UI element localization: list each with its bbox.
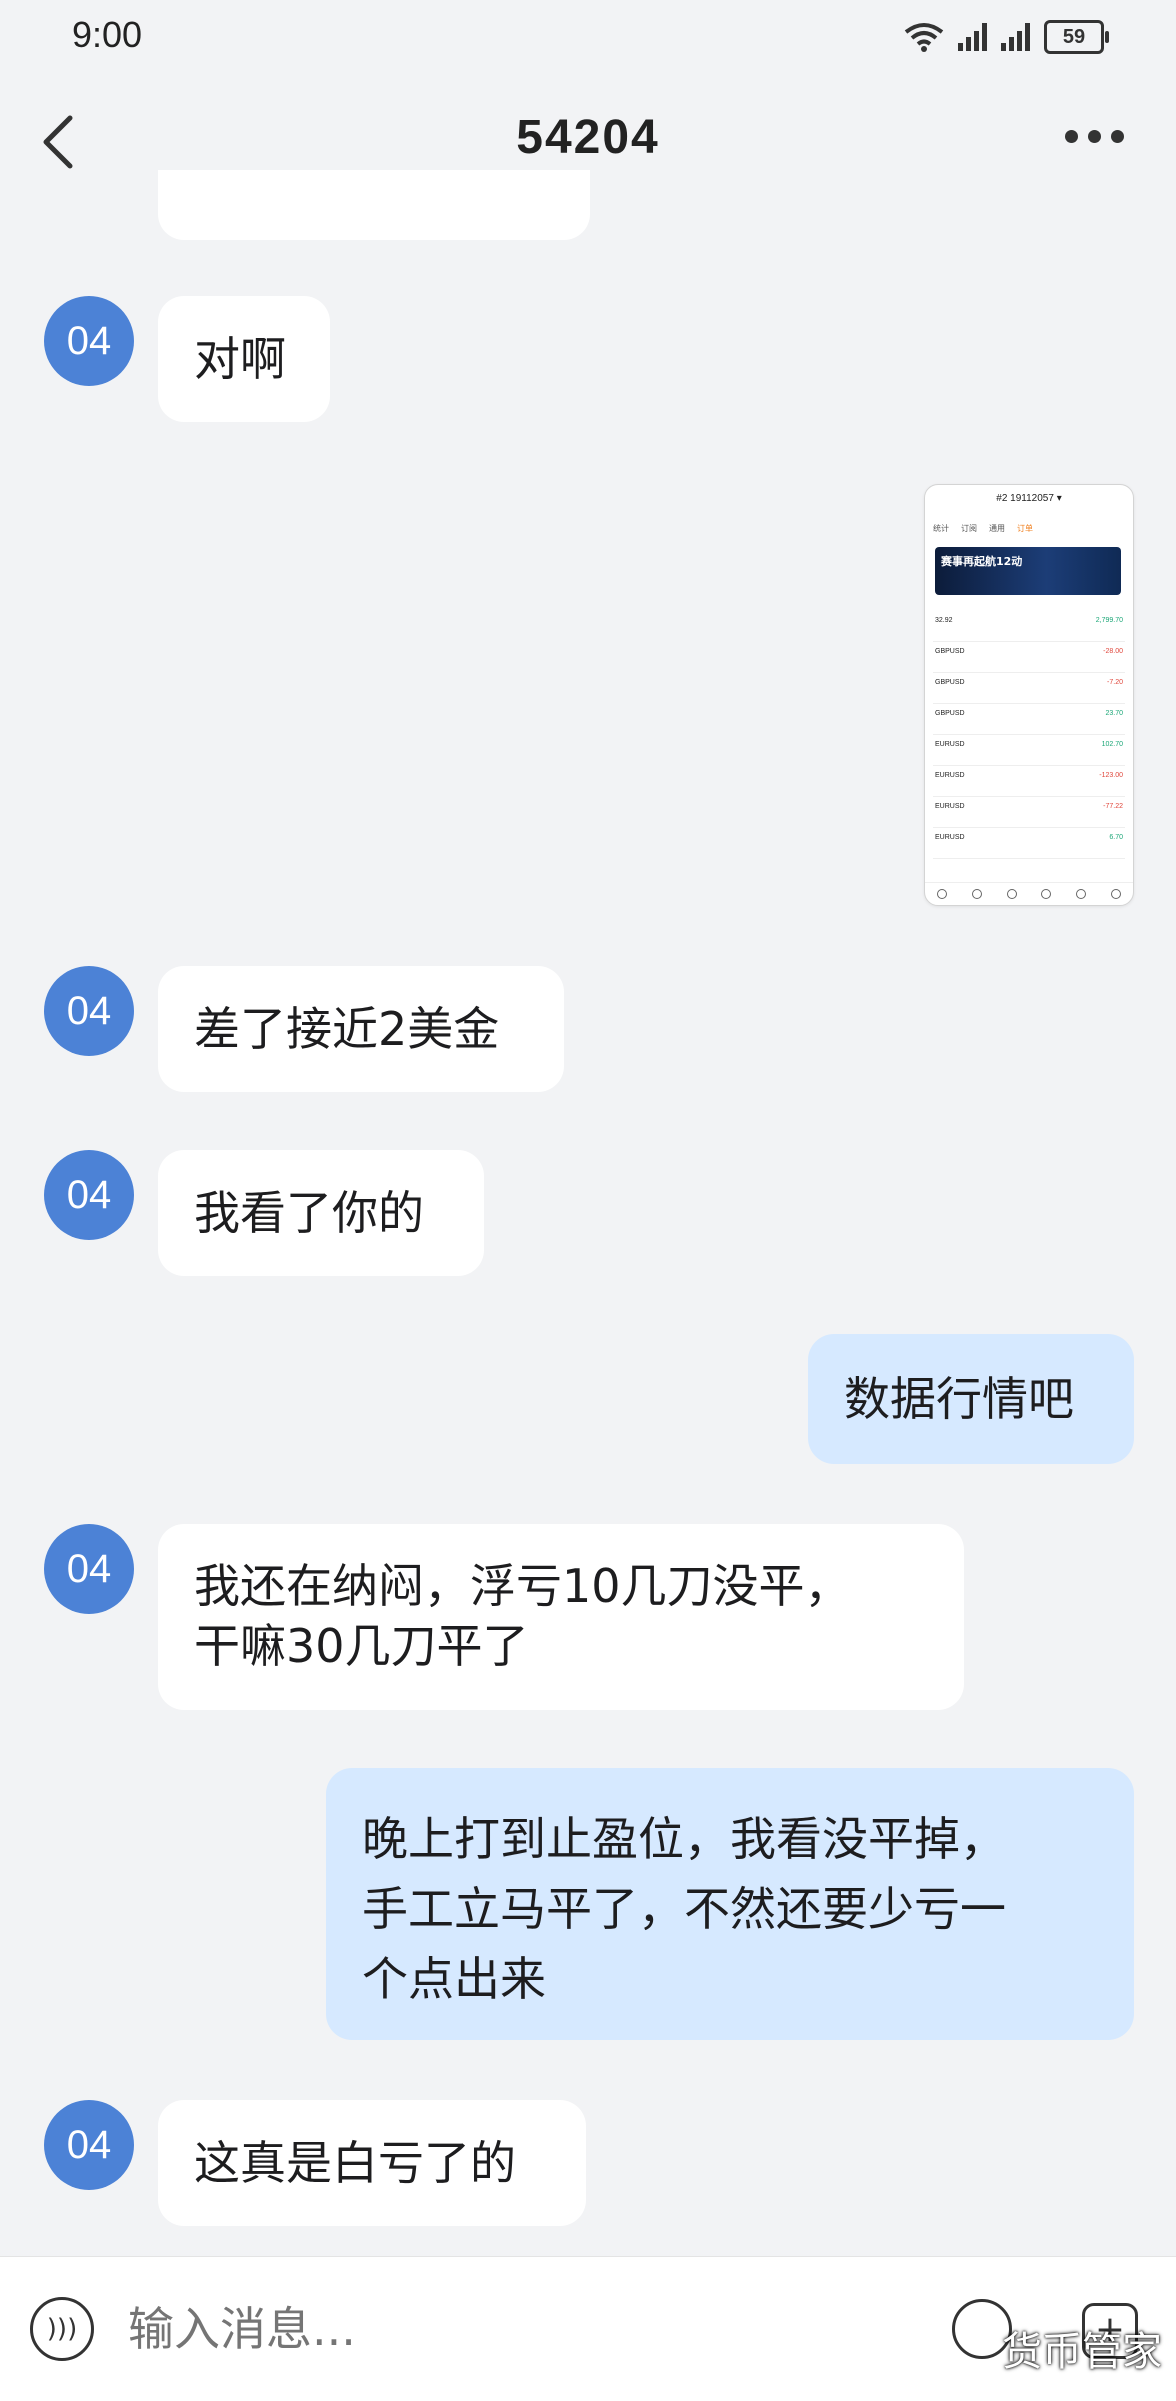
thumb-row: EURUSD 102.70: [933, 735, 1125, 766]
thumb-value: -77.22: [1103, 803, 1123, 810]
thumb-value: 102.70: [1101, 741, 1123, 748]
message-bubble: 差了接近2美金: [158, 966, 564, 1092]
more-options-icon[interactable]: [1065, 130, 1124, 143]
avatar[interactable]: 04: [44, 966, 134, 1056]
thumb-row: GBPUSD -7.20: [933, 673, 1125, 704]
thumb-value: -123.00: [1099, 772, 1123, 779]
thumb-symbol: EURUSD: [935, 772, 965, 779]
status-bar: 9:00 59: [0, 0, 1176, 72]
thumb-row: EURUSD -77.22: [933, 797, 1125, 828]
thumb-symbol: GBPUSD: [935, 648, 965, 655]
message-line: 个点出来: [362, 1952, 546, 2006]
thumb-tabs: 统计 订阅 通用 订单: [933, 523, 1033, 534]
thumb-value: -7.20: [1107, 679, 1123, 686]
message-bubble: 我看了你的: [158, 1150, 484, 1276]
thumb-symbol: EURUSD: [935, 741, 965, 748]
message-line: 晚上打到止盈位，我看没平掉，: [362, 1812, 1006, 1866]
watermark: 货币管家: [1002, 2329, 1162, 2375]
wifi-icon: [904, 23, 944, 52]
avatar[interactable]: 04: [44, 1150, 134, 1240]
message-line: 手工立马平了，不然还要少亏一: [362, 1882, 1006, 1936]
thumb-order-list: 32.92 2,799.70 GBPUSD -28.00 GBPUSD -7.20 G…: [933, 611, 1125, 859]
thumb-tab: 统计: [933, 524, 949, 533]
signal-icon: [958, 23, 987, 51]
signal-icon: [1001, 23, 1030, 51]
thumb-row: EURUSD 6.70: [933, 828, 1125, 859]
chat-title: 54204: [516, 111, 660, 164]
thumb-value: 2,799.70: [1095, 617, 1123, 624]
thumb-row: 32.92 2,799.70: [933, 611, 1125, 642]
avatar[interactable]: 04: [44, 296, 134, 386]
voice-input-icon[interactable]: ))): [30, 2297, 94, 2361]
avatar[interactable]: 04: [44, 1524, 134, 1614]
message-bubble: 我还在纳闷，浮亏10几刀没平， 干嘛30几刀平了: [158, 1524, 964, 1710]
thumb-symbol: GBPUSD: [935, 710, 965, 717]
thumb-symbol: 32.92: [935, 617, 953, 624]
battery-icon: 59: [1044, 20, 1109, 54]
thumb-tab: 通用: [989, 524, 1005, 533]
thumb-value: 6.70: [1109, 834, 1123, 841]
thumb-tab: 订单: [1017, 524, 1033, 533]
thumb-account: #2 19112057 ▾: [996, 493, 1062, 504]
thumb-symbol: GBPUSD: [935, 679, 965, 686]
message-line: 干嘛30几刀平了: [194, 1619, 529, 1673]
message-input-bar: ))) + 货币管家: [0, 2256, 1176, 2401]
thumb-row: EURUSD -123.00: [933, 766, 1125, 797]
message-line: 我还在纳闷，浮亏10几刀没平，: [194, 1559, 851, 1613]
shared-screenshot-image[interactable]: #2 19112057 ▾ 统计 订阅 通用 订单 赛事再起航12动 32.92…: [924, 484, 1134, 906]
thumb-banner-text: 赛事再起航12动: [941, 555, 1023, 568]
thumb-value: -28.00: [1103, 648, 1123, 655]
thumb-row: GBPUSD 23.70: [933, 704, 1125, 735]
message-input[interactable]: [128, 2293, 828, 2365]
thumb-value: 23.70: [1105, 710, 1123, 717]
message-bubble-partial: [158, 170, 590, 240]
thumb-symbol: EURUSD: [935, 834, 965, 841]
avatar[interactable]: 04: [44, 2100, 134, 2190]
my-message-bubble: 数据行情吧: [808, 1334, 1134, 1464]
thumb-nav: [925, 882, 1133, 905]
thumb-tab: 订阅: [961, 524, 977, 533]
message-bubble: 这真是白亏了的: [158, 2100, 586, 2226]
my-message-bubble: 晚上打到止盈位，我看没平掉， 手工立马平了，不然还要少亏一 个点出来: [326, 1768, 1134, 2040]
clock: 9:00: [72, 14, 143, 55]
thumb-row: GBPUSD -28.00: [933, 642, 1125, 673]
thumb-symbol: EURUSD: [935, 803, 965, 810]
thumb-banner: 赛事再起航12动: [935, 547, 1121, 595]
status-icons: 59: [904, 20, 1109, 54]
message-bubble: 对啊: [158, 296, 330, 422]
